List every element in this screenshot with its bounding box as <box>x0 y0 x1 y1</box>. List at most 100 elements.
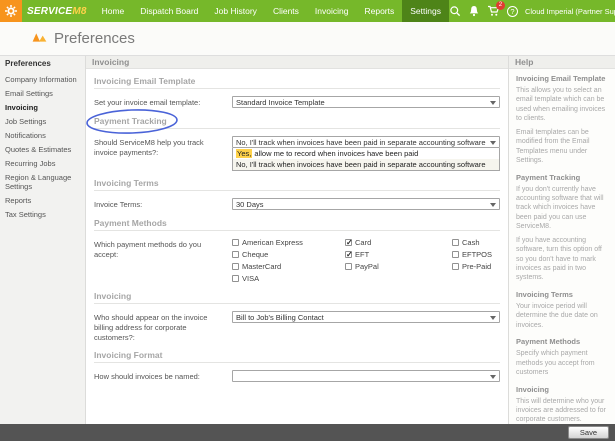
sidebar-item-notifications[interactable]: Notifications <box>0 128 85 142</box>
form-row-billing-address: Who should appear on the invoice billing… <box>94 311 500 342</box>
payment-tracking-title-text: Payment Tracking <box>94 116 167 126</box>
help-section-email-template: Invoicing Email Template This allows you… <box>516 74 608 166</box>
billing-address-label: Who should appear on the invoice billing… <box>94 311 232 342</box>
content-area: Preferences Company Information Email Se… <box>0 55 615 424</box>
section-title-invoicing-terms: Invoicing Terms <box>94 178 500 191</box>
nav-home[interactable]: Home <box>94 0 133 22</box>
help-heading: Invoicing Email Template <box>516 74 608 83</box>
payment-methods-label: Which payment methods do you accept: <box>94 238 232 260</box>
payment-method-eft: EFT <box>345 250 452 259</box>
email-template-label: Set your invoice email template: <box>94 96 232 108</box>
checkbox-eftpos[interactable] <box>452 251 459 258</box>
checkbox-label: PayPal <box>355 262 379 271</box>
checkbox-label: American Express <box>242 238 303 247</box>
preferences-icon <box>32 30 47 48</box>
sidebar-item-invoicing[interactable]: Invoicing <box>0 100 85 114</box>
main-panel: Invoicing Invoicing Email Template Set y… <box>86 56 508 424</box>
preferences-sidebar: Preferences Company Information Email Se… <box>0 56 86 424</box>
sidebar-item-recurring-jobs[interactable]: Recurring Jobs <box>0 156 85 170</box>
payment-tracking-select[interactable]: No, I'll track when invoices have been p… <box>232 136 500 148</box>
checkbox-american-express[interactable] <box>232 239 239 246</box>
search-icon[interactable] <box>449 5 461 17</box>
section-title-payment-methods: Payment Methods <box>94 218 500 231</box>
section-title-invoicing-format: Invoicing Format <box>94 350 500 363</box>
checkbox-eft[interactable] <box>345 251 352 258</box>
invoice-terms-label: Invoice Terms: <box>94 198 232 210</box>
help-paragraph: This will determine who your invoices ar… <box>516 397 608 425</box>
page-title: Preferences <box>54 30 135 47</box>
sidebar-title: Preferences <box>0 56 85 72</box>
help-paragraph: Your invoice period will determine the d… <box>516 302 608 330</box>
checkbox-label: Pre-Paid <box>462 262 491 271</box>
help-section-invoicing-terms: Invoicing Terms Your invoice period will… <box>516 290 608 330</box>
checkbox-label: MasterCard <box>242 262 281 271</box>
sidebar-item-region-language[interactable]: Region & Language Settings <box>0 170 85 193</box>
sidebar-item-reports[interactable]: Reports <box>0 193 85 207</box>
checkbox-label: Cheque <box>242 250 268 259</box>
dropdown-option-no[interactable]: No, I'll track when invoices have been p… <box>233 159 499 170</box>
invoice-terms-select[interactable]: 30 Days <box>232 198 500 210</box>
form-row-invoice-naming: How should invoices be named: <box>94 370 500 382</box>
nav-clients[interactable]: Clients <box>265 0 307 22</box>
page-header: Preferences <box>0 22 615 55</box>
billing-address-select[interactable]: Bill to Job's Billing Contact <box>232 311 500 323</box>
section-title-invoicing: Invoicing <box>94 291 500 304</box>
invoice-naming-select[interactable] <box>232 370 500 382</box>
checkbox-card[interactable] <box>345 239 352 246</box>
sidebar-item-company-information[interactable]: Company Information <box>0 72 85 86</box>
section-title-invoicing-email-template: Invoicing Email Template <box>94 76 500 89</box>
form-row-email-template: Set your invoice email template: Standar… <box>94 96 500 108</box>
nav-job-history[interactable]: Job History <box>206 0 265 22</box>
sidebar-item-email-settings[interactable]: Email Settings <box>0 86 85 100</box>
app-window: SERVICEM8 Home Dispatch Board Job Histor… <box>0 0 615 447</box>
help-section-invoicing: Invoicing This will determine who your i… <box>516 385 608 425</box>
sidebar-item-quotes-estimates[interactable]: Quotes & Estimates <box>0 142 85 156</box>
servicem8-logo-icon <box>0 0 22 22</box>
dropdown-option-yes[interactable]: Yes, allow me to record when invoices ha… <box>233 148 499 159</box>
help-panel-body: Invoicing Email Template This allows you… <box>509 69 615 424</box>
help-paragraph: Specify which payment methods you accept… <box>516 349 608 377</box>
checkbox-label: EFT <box>355 250 369 259</box>
checkbox-cash[interactable] <box>452 239 459 246</box>
payment-method-cash: Cash <box>452 238 500 247</box>
payment-method-card: Card <box>345 238 452 247</box>
checkbox-visa[interactable] <box>232 275 239 282</box>
checkbox-paypal[interactable] <box>345 263 352 270</box>
help-icon[interactable]: ? <box>507 6 518 17</box>
servicem8-logo[interactable]: SERVICEM8 <box>0 0 94 22</box>
top-nav: SERVICEM8 Home Dispatch Board Job Histor… <box>0 0 615 22</box>
help-section-payment-methods: Payment Methods Specify which payment me… <box>516 337 608 377</box>
account-name[interactable]: Cloud Imperial (Partner Support) <box>525 7 615 16</box>
sidebar-item-job-settings[interactable]: Job Settings <box>0 114 85 128</box>
help-panel-header: Help <box>509 56 615 69</box>
help-paragraph: If you have accounting software, turn th… <box>516 236 608 283</box>
help-heading: Invoicing Terms <box>516 290 608 299</box>
help-section-payment-tracking: Payment Tracking If you don't currently … <box>516 173 608 283</box>
help-heading: Payment Tracking <box>516 173 608 182</box>
main-menu: Home Dispatch Board Job History Clients … <box>94 0 449 22</box>
help-heading: Payment Methods <box>516 337 608 346</box>
save-button[interactable]: Save <box>568 426 609 439</box>
nav-reports[interactable]: Reports <box>356 0 402 22</box>
payment-tracking-dropdown-list: Yes, allow me to record when invoices ha… <box>232 148 500 171</box>
main-panel-body: Invoicing Email Template Set your invoic… <box>86 69 508 424</box>
sidebar-item-tax-settings[interactable]: Tax Settings <box>0 207 85 221</box>
nav-settings[interactable]: Settings <box>402 0 449 22</box>
checkbox-mastercard[interactable] <box>232 263 239 270</box>
payment-method-cheque: Cheque <box>232 250 345 259</box>
payment-method-american-express: American Express <box>232 238 345 247</box>
payment-method-visa: VISA <box>232 274 345 283</box>
invoice-email-template-select[interactable]: Standard Invoice Template <box>232 96 500 108</box>
bell-icon[interactable] <box>468 5 480 17</box>
form-row-invoice-terms: Invoice Terms: 30 Days <box>94 198 500 210</box>
nav-dispatch-board[interactable]: Dispatch Board <box>132 0 206 22</box>
cart-icon[interactable]: 2 <box>487 5 500 17</box>
payment-method-pre-paid: Pre-Paid <box>452 262 500 271</box>
main-panel-header: Invoicing <box>86 56 508 69</box>
help-paragraph: This allows you to select an email templ… <box>516 86 608 124</box>
highlighted-text: Yes, <box>236 149 252 158</box>
nav-invoicing[interactable]: Invoicing <box>307 0 357 22</box>
checkbox-pre-paid[interactable] <box>452 263 459 270</box>
checkbox-cheque[interactable] <box>232 251 239 258</box>
form-row-payment-tracking: Should ServiceM8 help you track invoice … <box>94 136 500 171</box>
